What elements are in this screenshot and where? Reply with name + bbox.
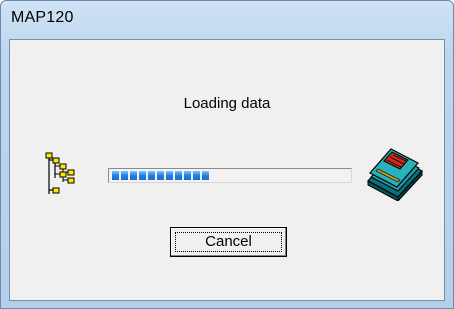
progress-chunk — [184, 171, 191, 180]
progress-chunk — [202, 171, 209, 180]
progress-chunk — [175, 171, 182, 180]
dialog-window: MAP120 Loading data Cancel — [0, 0, 454, 309]
cancel-button[interactable]: Cancel — [170, 227, 287, 257]
progress-chunk — [130, 171, 137, 180]
progress-chunk — [193, 171, 200, 180]
tree-structure-icon — [45, 152, 75, 194]
progress-fill — [112, 171, 209, 180]
progress-chunk — [157, 171, 164, 180]
progress-chunk — [148, 171, 155, 180]
loading-message: Loading data — [183, 95, 271, 112]
progress-chunk — [139, 171, 146, 180]
progress-chunk — [112, 171, 119, 180]
progress-chunk — [166, 171, 173, 180]
progress-chunk — [121, 171, 128, 180]
window-title: MAP120 — [11, 9, 74, 26]
book-icon — [367, 148, 423, 201]
cancel-button-label: Cancel — [205, 233, 252, 250]
loading-progress-bar — [108, 168, 352, 183]
title-bar[interactable]: MAP120 — [1, 1, 453, 39]
dialog-client-area: Loading data Cancel — [9, 39, 445, 301]
